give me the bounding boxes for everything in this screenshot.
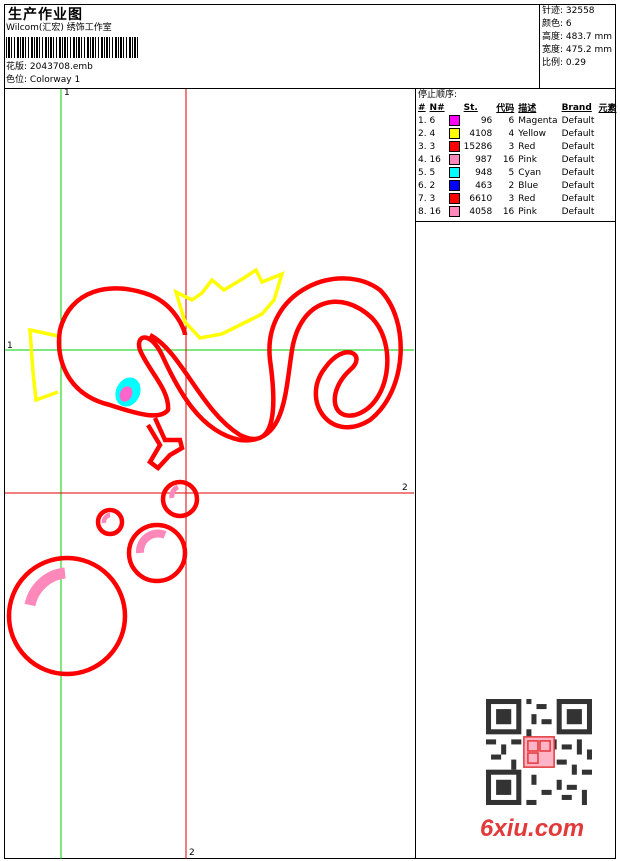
qr-code [486, 699, 592, 805]
bubble-medium-shine [135, 529, 167, 554]
guide-label-v2: 2 [189, 848, 195, 858]
bubble-large [6, 555, 128, 677]
seahorse-body [56, 276, 403, 443]
guide-label-h2: 2 [402, 483, 408, 493]
bubble-small-top [160, 479, 200, 519]
bubble-tiny-shine [101, 512, 111, 524]
bubble-large-shine [24, 567, 66, 607]
watermark-brand: 6xiu.com [480, 815, 585, 842]
guide-label-v1: 1 [64, 88, 70, 98]
bubble-tiny [95, 507, 125, 537]
seahorse-snout [146, 417, 185, 472]
guide-label-h1: 1 [7, 341, 13, 351]
yellow-fin [28, 327, 59, 403]
yellow-crest [173, 267, 285, 340]
